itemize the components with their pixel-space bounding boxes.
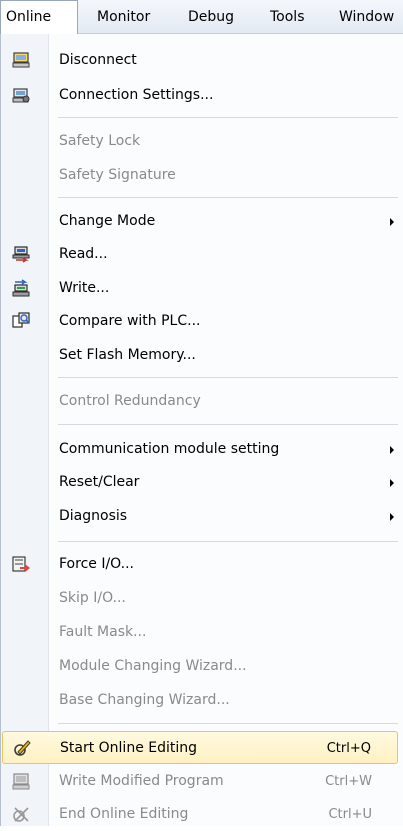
menu-debug[interactable]: Debug [188,0,234,34]
menu-item-set-flash-memory[interactable]: Set Flash Memory... [2,339,398,372]
module-changing-wizard-label: Module Changing Wizard... [59,658,247,674]
write-modified-program-icon [12,773,30,790]
start-online-editing-label: Start Online Editing [60,740,198,756]
menu-item-safety-lock[interactable]: Safety Lock [2,125,398,158]
menu-item-write-modified-program[interactable]: Write Modified Program Ctrl+W [2,765,398,798]
menu-online[interactable]: Online [0,0,78,35]
menu-monitor[interactable]: Monitor [97,0,150,34]
separator [58,377,398,378]
menu-window[interactable]: Window [339,0,394,34]
menu-item-control-redundancy[interactable]: Control Redundancy [2,385,398,418]
menu-item-change-mode[interactable]: Change Mode [2,205,398,238]
connection-settings-icon [12,88,30,103]
read-icon [12,246,30,263]
online-dropdown-menu: Disconnect Connection Settings... Safety… [0,34,403,826]
menu-item-connection-settings[interactable]: Connection Settings... [2,79,398,112]
communication-module-setting-label: Communication module setting [59,441,280,457]
write-modified-program-shortcut: Ctrl+W [325,774,372,789]
menu-item-module-changing-wizard[interactable]: Module Changing Wizard... [2,650,398,683]
submenu-arrow-icon [390,218,394,226]
menu-item-reset-clear[interactable]: Reset/Clear [2,466,398,499]
fault-mask-label: Fault Mask... [59,624,147,640]
menu-item-fault-mask[interactable]: Fault Mask... [2,616,398,649]
force-io-icon [12,556,30,572]
base-changing-wizard-label: Base Changing Wizard... [59,692,230,708]
safety-lock-label: Safety Lock [59,133,141,149]
write-icon [12,279,30,297]
menu-item-skip-io[interactable]: Skip I/O... [2,582,398,615]
set-flash-memory-label: Set Flash Memory... [59,347,196,363]
disconnect-icon [12,52,30,68]
start-online-editing-icon [14,740,31,756]
start-online-editing-shortcut: Ctrl+Q [326,741,371,756]
menu-item-force-io[interactable]: Force I/O... [2,548,398,581]
submenu-arrow-icon [390,513,394,521]
write-label: Write... [59,280,110,296]
submenu-arrow-icon [390,479,394,487]
menu-item-diagnosis[interactable]: Diagnosis [2,500,398,533]
submenu-arrow-icon [390,446,394,454]
safety-signature-label: Safety Signature [59,167,176,183]
end-online-editing-icon [13,807,29,822]
separator [58,197,398,198]
separator [58,424,398,425]
menu-item-compare-with-plc[interactable]: Compare with PLC... [2,305,398,338]
menu-item-base-changing-wizard[interactable]: Base Changing Wizard... [2,684,398,717]
disconnect-label: Disconnect [59,52,137,68]
separator [58,723,398,724]
skip-io-label: Skip I/O... [59,590,126,606]
menu-item-start-online-editing[interactable]: Start Online Editing Ctrl+Q [2,731,398,764]
diagnosis-label: Diagnosis [59,508,128,524]
write-modified-program-label: Write Modified Program [59,773,224,789]
force-io-label: Force I/O... [59,556,134,572]
menu-bar: Online Monitor Debug Tools Window [0,0,403,35]
separator [58,117,398,118]
end-online-editing-shortcut: Ctrl+U [328,807,372,822]
end-online-editing-label: End Online Editing [59,806,189,822]
separator [58,541,398,542]
menu-tools[interactable]: Tools [270,0,305,34]
connection-settings-label: Connection Settings... [59,87,214,103]
menu-item-communication-module-setting[interactable]: Communication module setting [2,433,398,466]
compare-icon [12,312,30,328]
menu-item-write[interactable]: Write... [2,272,398,305]
menu-item-disconnect[interactable]: Disconnect [2,44,398,77]
menu-item-read[interactable]: Read... [2,238,398,271]
reset-clear-label: Reset/Clear [59,474,140,490]
control-redundancy-label: Control Redundancy [59,393,201,409]
change-mode-label: Change Mode [59,213,156,229]
compare-with-plc-label: Compare with PLC... [59,313,201,329]
menu-item-end-online-editing[interactable]: End Online Editing Ctrl+U [2,798,398,831]
read-label: Read... [59,246,108,262]
menu-item-safety-signature[interactable]: Safety Signature [2,159,398,192]
